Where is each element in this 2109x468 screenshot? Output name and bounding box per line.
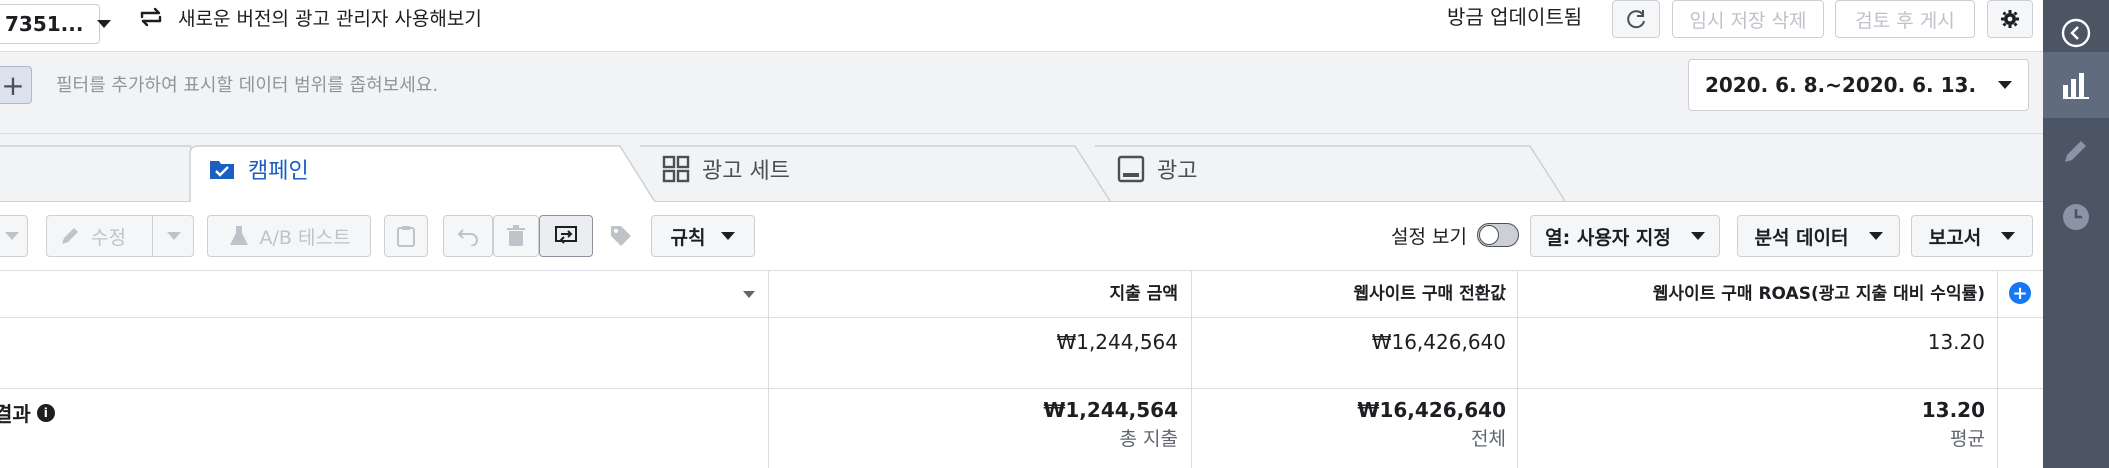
switch-icon xyxy=(140,7,162,27)
table-cell-roas: 13.20 xyxy=(1927,330,1985,354)
filter-input[interactable]: 필터를 추가하여 표시할 데이터 범위를 좁혀보세요. xyxy=(56,71,438,97)
totals-spend-sub: 총 지출 xyxy=(1119,428,1178,450)
totals-purchase-value-sub: 전체 xyxy=(1471,428,1506,450)
view-setup-toggle[interactable] xyxy=(1477,223,1519,247)
table-cell-purchase-value: ₩16,426,640 xyxy=(1371,330,1506,354)
totals-label: 결과 xyxy=(0,402,31,426)
chevron-left-circle-icon xyxy=(2061,18,2091,48)
view-setup-label: 설정 보기 xyxy=(1391,226,1467,248)
totals-spend: ₩1,244,564 xyxy=(1043,398,1178,422)
breakdown-label: 분석 데이터 xyxy=(1754,226,1849,249)
row-divider xyxy=(0,388,2043,389)
chevron-down-icon xyxy=(721,232,736,240)
refresh-icon xyxy=(1627,10,1645,29)
sidebar-item-edit[interactable] xyxy=(2043,118,2109,184)
tab-campaigns-label: 캠페인 xyxy=(248,158,309,184)
reports-label: 보고서 xyxy=(1928,226,1982,249)
chevron-down-icon xyxy=(1690,232,1705,240)
export-icon xyxy=(555,226,577,244)
flask-icon xyxy=(229,226,248,245)
sidebar-item-history[interactable] xyxy=(2043,184,2109,250)
duplicate-button[interactable] xyxy=(384,215,428,257)
header-spend[interactable]: 지출 금액 xyxy=(780,270,1178,318)
date-range-picker[interactable]: 2020. 6. 8.~2020. 6. 13. xyxy=(1688,59,2029,111)
chevron-down-icon xyxy=(1998,81,2013,89)
tag-button[interactable] xyxy=(599,215,643,257)
clipboard-icon xyxy=(397,226,415,247)
chevron-down-icon xyxy=(97,20,112,28)
try-new-version-link[interactable]: 새로운 버전의 광고 관리자 사용해보기 xyxy=(136,0,482,34)
column-divider xyxy=(768,270,769,468)
bar-chart-icon xyxy=(2063,73,2089,99)
settings-button[interactable] xyxy=(1987,0,2033,38)
edit-button[interactable]: 수정 xyxy=(46,215,194,257)
header-roas[interactable]: 웹사이트 구매 ROAS(광고 지출 대비 수익률) xyxy=(1530,270,1985,318)
folder-check-icon xyxy=(210,160,234,179)
edit-label: 수정 xyxy=(91,226,126,249)
ab-test-button[interactable]: A/B 테스트 xyxy=(207,215,371,257)
totals-purchase-value: ₩16,426,640 xyxy=(1357,398,1506,422)
breakdown-button[interactable]: 분석 데이터 xyxy=(1737,215,1900,257)
tab-ad-sets-label: 광고 세트 xyxy=(702,158,790,184)
totals-label-wrap: 결과 i xyxy=(0,398,55,427)
rules-label: 규칙 xyxy=(670,226,706,249)
date-range-label: 2020. 6. 8.~2020. 6. 13. xyxy=(1704,73,1977,97)
reports-button[interactable]: 보고서 xyxy=(1911,215,2033,257)
totals-roas-sub: 평균 xyxy=(1950,428,1985,450)
gear-icon xyxy=(2001,10,2019,28)
updated-status: 방금 업데이트됨 xyxy=(1447,5,1583,29)
chevron-down-icon xyxy=(5,232,19,240)
pencil-icon xyxy=(62,228,79,244)
rules-button[interactable]: 규칙 xyxy=(651,215,755,257)
ad-icon xyxy=(1117,155,1145,182)
undo-icon xyxy=(457,229,478,246)
column-divider xyxy=(1997,270,1998,468)
review-publish-button[interactable]: 검토 후 게시 xyxy=(1835,0,1975,38)
refresh-button[interactable] xyxy=(1612,0,1660,38)
export-button[interactable] xyxy=(539,215,593,257)
grid-icon xyxy=(662,155,690,182)
info-icon[interactable]: i xyxy=(36,403,55,422)
discard-drafts-button[interactable]: 임시 저장 삭제 xyxy=(1672,0,1824,38)
header-purchase-value[interactable]: 웹사이트 구매 전환값 xyxy=(1200,270,1506,318)
ab-test-label: A/B 테스트 xyxy=(259,226,351,249)
trash-icon xyxy=(507,225,525,246)
try-new-version-label: 새로운 버전의 광고 관리자 사용해보기 xyxy=(178,7,482,30)
sort-down-icon[interactable] xyxy=(743,291,755,298)
clock-icon xyxy=(2063,204,2089,230)
tag-icon xyxy=(611,226,631,246)
column-divider xyxy=(1191,270,1192,468)
columns-button[interactable]: 열: 사용자 지정 xyxy=(1530,215,1720,257)
add-column-icon[interactable]: + xyxy=(2009,282,2031,304)
account-label: 7351... xyxy=(5,12,84,36)
table-cell-spend: ₩1,244,564 xyxy=(1056,330,1178,354)
delete-button[interactable] xyxy=(493,215,539,257)
tab-ads[interactable]: 광고 xyxy=(1095,135,1525,202)
chevron-down-icon xyxy=(1868,232,1883,240)
add-filter-button[interactable]: + xyxy=(0,66,32,104)
undo-button[interactable] xyxy=(443,215,493,257)
account-selector[interactable]: 7351... xyxy=(0,4,112,44)
chevron-down-icon xyxy=(2001,232,2016,240)
pencil-icon xyxy=(2065,141,2086,162)
chevron-down-icon xyxy=(166,232,181,240)
sidebar-item-charts[interactable] xyxy=(2043,52,2109,118)
totals-roas: 13.20 xyxy=(1921,398,1985,422)
tab-campaigns[interactable]: 캠페인 xyxy=(186,135,626,202)
columns-label: 열: 사용자 지정 xyxy=(1545,226,1671,249)
create-dropdown-button[interactable] xyxy=(0,215,28,257)
column-divider xyxy=(1517,270,1518,468)
tab-ads-label: 광고 xyxy=(1157,158,1198,184)
toggle-knob xyxy=(1479,225,1499,245)
tab-ad-sets[interactable]: 광고 세트 xyxy=(640,135,1070,202)
